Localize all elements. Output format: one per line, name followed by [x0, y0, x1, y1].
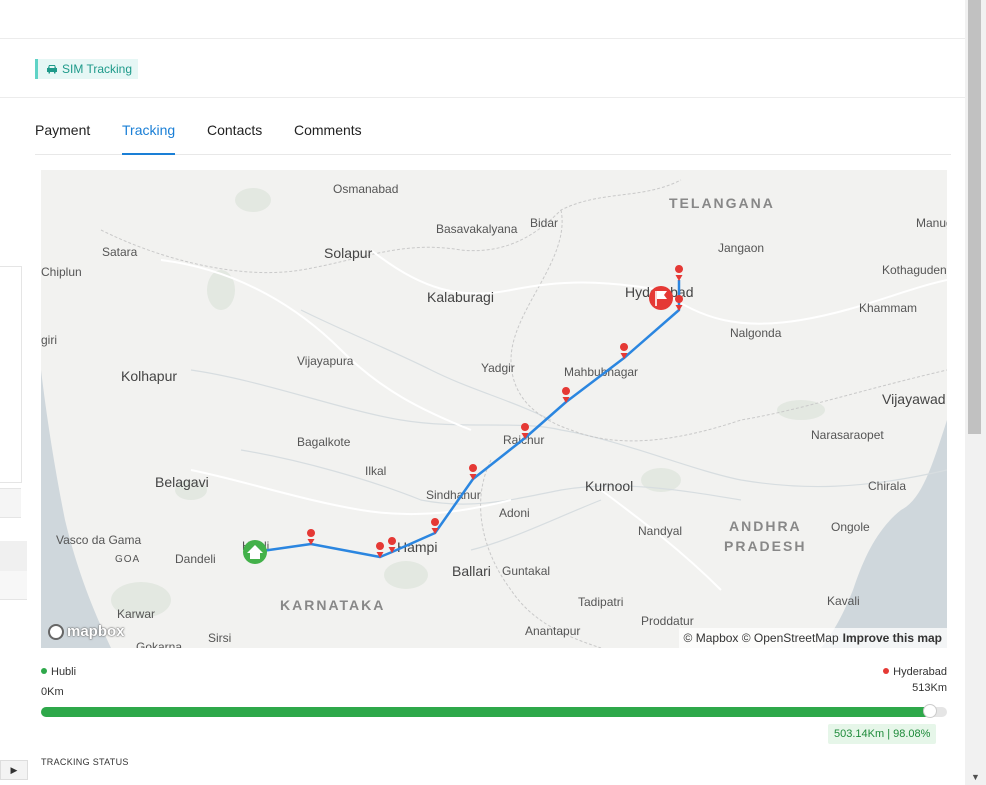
route-pin — [307, 529, 316, 545]
expand-arrow-icon[interactable]: ▶ — [0, 760, 28, 780]
route-pin — [675, 265, 684, 281]
tab-tracking[interactable]: Tracking — [122, 122, 176, 155]
destination-name: Hyderabad — [893, 666, 947, 678]
header-row — [0, 38, 965, 98]
car-icon — [46, 64, 58, 74]
progress-handle[interactable] — [923, 704, 937, 718]
top-bar — [0, 0, 965, 39]
map-attribution: © Mapbox © OpenStreetMap Improve this ma… — [678, 628, 947, 648]
scrollbar-thumb[interactable] — [968, 0, 981, 434]
tab-bar: Payment Tracking Contacts Comments — [35, 100, 951, 155]
mapbox-logo-text: mapbox — [67, 623, 125, 640]
side-panel-row — [0, 571, 27, 600]
origin-name: Hubli — [51, 666, 77, 678]
progress-fill — [41, 707, 930, 717]
sim-tracking-badge: SIM Tracking — [35, 59, 139, 79]
mapbox-logo-icon — [48, 623, 64, 640]
route-pin — [431, 518, 440, 534]
scroll-down-icon[interactable]: ▼ — [971, 772, 980, 782]
improve-map-link[interactable]: Improve this map — [843, 631, 942, 645]
progress-track[interactable] — [41, 704, 947, 718]
origin-km: 0Km — [41, 686, 64, 698]
destination-dot-icon — [883, 668, 890, 674]
tab-contacts[interactable]: Contacts — [207, 122, 262, 153]
side-panel-row — [0, 488, 21, 518]
route-pin — [675, 295, 684, 311]
side-panel-row — [0, 541, 27, 571]
tab-comments[interactable]: Comments — [294, 122, 362, 153]
home-marker-icon — [243, 540, 267, 564]
destination-flag-icon — [649, 286, 673, 310]
destination-label: Hyderabad — [883, 666, 947, 678]
route-overlay — [243, 265, 684, 564]
route-line — [254, 280, 681, 559]
origin-label: Hubli — [41, 666, 76, 678]
destination-km: 513Km — [912, 682, 947, 694]
side-panel-edge — [0, 266, 22, 483]
attribution-text[interactable]: © Mapbox © OpenStreetMap — [684, 631, 839, 645]
tab-payment[interactable]: Payment — [35, 122, 90, 153]
page-scrollbar[interactable]: ▼ — [965, 0, 986, 785]
route-pins — [307, 265, 684, 558]
progress-tag: 503.14Km | 98.08% — [828, 724, 937, 744]
trip-progress: Hubli 0Km Hyderabad 513Km 503.14Km | 98.… — [41, 660, 947, 760]
tracking-map[interactable]: Osmanabad TELANGANA Bidar Basavakalyana … — [41, 170, 947, 648]
tracking-status-title: TRACKING STATUS — [41, 757, 129, 767]
origin-dot-icon — [41, 668, 47, 674]
mapbox-logo[interactable]: mapbox — [48, 623, 125, 640]
badge-label: SIM Tracking — [62, 62, 133, 76]
